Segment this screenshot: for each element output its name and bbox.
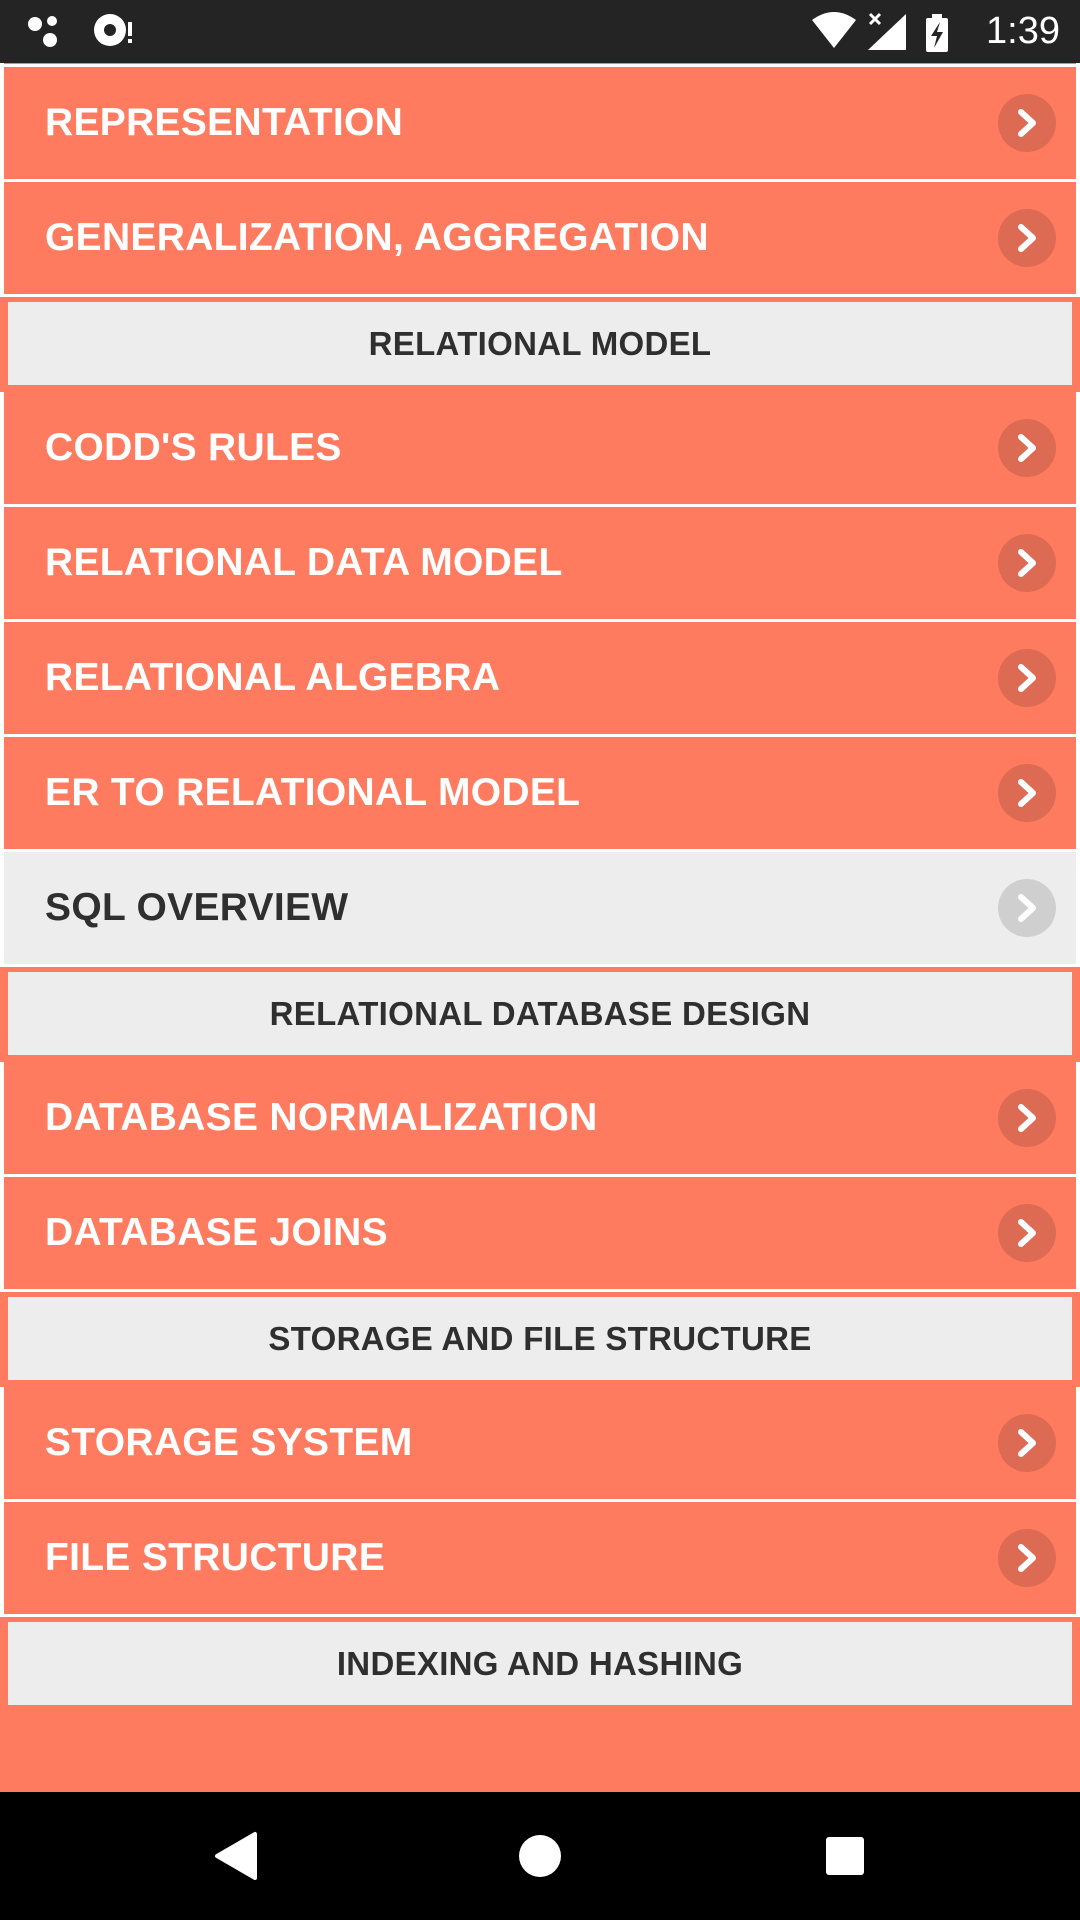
clock: 1:39	[986, 10, 1060, 52]
status-bar: 1:39	[0, 0, 1080, 63]
list-item[interactable]: DATABASE JOINS	[0, 1177, 1080, 1292]
battery-charging-icon	[926, 13, 949, 52]
signal-icon	[868, 12, 907, 50]
list-item[interactable]: CODD'S RULES	[0, 392, 1080, 507]
list-item-label: DATABASE JOINS	[45, 1211, 388, 1254]
list-item-label: DATABASE NORMALIZATION	[45, 1096, 598, 1139]
chevron-right-icon	[998, 1414, 1056, 1472]
chevron-right-icon	[998, 764, 1056, 822]
recents-button[interactable]	[775, 1792, 915, 1920]
notification-dots-icon	[28, 16, 57, 47]
list-item[interactable]: GENERALIZATION, AGGREGATION	[0, 182, 1080, 297]
list-item[interactable]: RELATIONAL DATA MODEL	[0, 507, 1080, 622]
list-item-label: SQL OVERVIEW	[45, 886, 349, 929]
navigation-bar	[0, 1792, 1080, 1920]
list-item-label: RELATIONAL DATA MODEL	[45, 541, 563, 584]
home-button[interactable]	[470, 1792, 610, 1920]
list-item[interactable]: ER TO RELATIONAL MODEL	[0, 737, 1080, 852]
list-item[interactable]: REPRESENTATION	[0, 67, 1080, 182]
topic-list[interactable]: BASIC CONCEPTSREPRESENTATIONGENERALIZATI…	[0, 0, 1080, 1792]
list-item-label: STORAGE SYSTEM	[45, 1421, 413, 1464]
section-header: STORAGE AND FILE STRUCTURE	[8, 1297, 1072, 1380]
list-item[interactable]: STORAGE SYSTEM	[0, 1387, 1080, 1502]
section-header: RELATIONAL MODEL	[8, 302, 1072, 385]
list-item-label: CODD'S RULES	[45, 426, 342, 469]
recents-icon	[826, 1837, 864, 1875]
chevron-right-icon	[998, 1089, 1056, 1147]
media-icon	[94, 14, 132, 46]
chevron-right-icon	[998, 94, 1056, 152]
status-left-icons	[26, 12, 146, 57]
list-item[interactable]: FILE STRUCTURE	[0, 1502, 1080, 1617]
chevron-right-icon	[998, 649, 1056, 707]
chevron-right-icon	[998, 534, 1056, 592]
list-item-label: RELATIONAL ALGEBRA	[45, 656, 501, 699]
list-item-label: GENERALIZATION, AGGREGATION	[45, 216, 709, 259]
status-right-icons: 1:39	[810, 0, 1060, 63]
list-item-label: REPRESENTATION	[45, 101, 404, 144]
list-item-label: ER TO RELATIONAL MODEL	[45, 771, 581, 814]
chevron-right-icon	[998, 209, 1056, 267]
list-item-label: FILE STRUCTURE	[45, 1536, 386, 1579]
back-button[interactable]	[165, 1792, 305, 1920]
list-item[interactable]: SQL OVERVIEW	[0, 852, 1080, 967]
chevron-right-icon	[998, 879, 1056, 937]
chevron-right-icon	[998, 1204, 1056, 1262]
home-icon	[519, 1835, 561, 1877]
chevron-right-icon	[998, 419, 1056, 477]
list-item[interactable]: RELATIONAL ALGEBRA	[0, 622, 1080, 737]
section-header: INDEXING AND HASHING	[8, 1622, 1072, 1705]
back-icon	[215, 1832, 257, 1880]
chevron-right-icon	[998, 1529, 1056, 1587]
list-item[interactable]: DATABASE NORMALIZATION	[0, 1062, 1080, 1177]
wifi-icon	[812, 11, 857, 48]
section-header: RELATIONAL DATABASE DESIGN	[8, 972, 1072, 1055]
